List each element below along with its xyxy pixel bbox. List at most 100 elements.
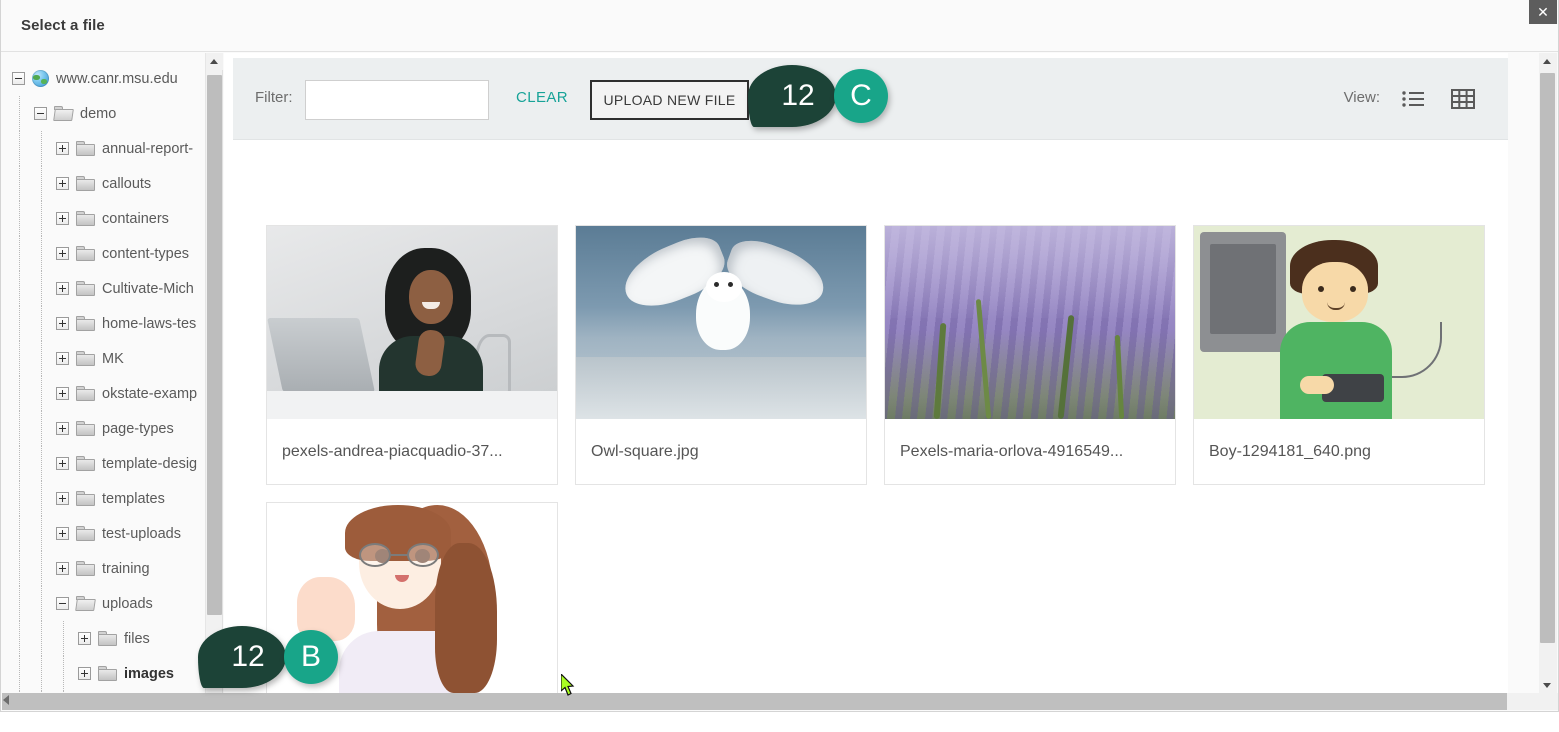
tree-guide-line — [41, 306, 42, 341]
tree-guide-line — [41, 236, 42, 271]
filter-input[interactable] — [305, 80, 489, 120]
tree-item-www-canr-msu-edu[interactable]: www.canr.msu.edu — [2, 61, 205, 96]
tree-guide-line — [19, 516, 20, 551]
tree-guide-line — [41, 621, 42, 656]
folder-icon — [76, 456, 95, 471]
tree-item-mk[interactable]: MK — [2, 341, 205, 376]
content-scroll-up-icon[interactable] — [1539, 53, 1556, 70]
list-view-icon[interactable] — [1396, 82, 1430, 116]
tree-item-label: template-desig — [102, 456, 197, 472]
tree-guide-line — [41, 376, 42, 411]
expand-icon[interactable] — [56, 212, 69, 225]
tree-scrollbar-thumb[interactable] — [207, 75, 222, 615]
upload-new-file-button[interactable]: UPLOAD NEW FILE — [590, 80, 749, 120]
hscroll-left-icon[interactable] — [3, 695, 9, 705]
expand-icon[interactable] — [56, 457, 69, 470]
tree-guide-line — [41, 271, 42, 306]
tree-item-label: MK — [102, 351, 124, 367]
file-thumbnail — [1194, 226, 1484, 419]
grid-view-icon[interactable] — [1446, 82, 1480, 116]
tree-guide-line — [41, 166, 42, 201]
horizontal-scrollbar[interactable] — [2, 693, 1559, 710]
expand-icon[interactable] — [56, 282, 69, 295]
folder-tree-pane[interactable]: www.canr.msu.edu demoannual-report-callou… — [2, 53, 206, 696]
tree-item-label: uploads — [102, 596, 153, 612]
tree-item-demo[interactable]: demo — [2, 96, 205, 131]
file-card[interactable]: Owl-square.jpg — [575, 225, 867, 485]
clear-button[interactable]: CLEAR — [510, 88, 574, 107]
tree-item-page-types[interactable]: page-types — [2, 411, 205, 446]
expand-icon[interactable] — [56, 177, 69, 190]
tree-item-cultivate-mich[interactable]: Cultivate-Mich — [2, 271, 205, 306]
folder-icon — [98, 631, 117, 646]
tree-item-containers[interactable]: containers — [2, 201, 205, 236]
expand-icon[interactable] — [56, 247, 69, 260]
tree-item-label: www.canr.msu.edu — [56, 71, 178, 87]
tree-item-test-uploads[interactable]: test-uploads — [2, 516, 205, 551]
close-icon[interactable]: ✕ — [1529, 0, 1557, 24]
expand-icon[interactable] — [56, 317, 69, 330]
tree-item-label: training — [102, 561, 150, 577]
tree-item-label: files — [124, 631, 150, 647]
tree-guide-line — [19, 306, 20, 341]
expand-icon[interactable] — [56, 527, 69, 540]
tree-guide-line — [41, 656, 42, 691]
tree-guide-line — [41, 201, 42, 236]
dialog-titlebar: Select a file — [1, 0, 1559, 52]
folder-open-icon — [54, 106, 73, 121]
collapse-icon[interactable] — [56, 597, 69, 610]
tree-item-annual-report[interactable]: annual-report- — [2, 131, 205, 166]
folder-icon — [76, 421, 95, 436]
tree-scroll-up-icon[interactable] — [206, 53, 223, 70]
tree-item-templates[interactable]: templates — [2, 481, 205, 516]
file-card[interactable]: pexels-andrea-piacquadio-37... — [266, 225, 558, 485]
tree-guide-line — [41, 481, 42, 516]
tree-item-training[interactable]: training — [2, 551, 205, 586]
tree-item-home-laws-tes[interactable]: home-laws-tes — [2, 306, 205, 341]
expand-icon[interactable] — [56, 562, 69, 575]
tree-item-files[interactable]: files — [2, 621, 205, 656]
tree-item-label: page-types — [102, 421, 174, 437]
content-scrollbar-thumb[interactable] — [1540, 73, 1555, 643]
callout-number-badge: 12 — [198, 626, 286, 688]
tree-guide-line — [19, 201, 20, 236]
collapse-icon[interactable] — [12, 72, 25, 85]
content-scroll-down-icon[interactable] — [1539, 677, 1556, 694]
collapse-icon[interactable] — [34, 107, 47, 120]
file-card[interactable]: Pexels-maria-orlova-4916549... — [884, 225, 1176, 485]
expand-icon[interactable] — [56, 142, 69, 155]
tree-scrollbar[interactable] — [206, 53, 223, 696]
hscroll-track[interactable] — [1507, 693, 1559, 710]
folder-icon — [76, 211, 95, 226]
dialog-title: Select a file — [21, 17, 105, 34]
tree-item-callouts[interactable]: callouts — [2, 166, 205, 201]
file-card[interactable]: Boy-1294181_640.png — [1193, 225, 1485, 485]
expand-icon[interactable] — [56, 352, 69, 365]
tree-guide-line — [19, 96, 20, 131]
tree-item-content-types[interactable]: content-types — [2, 236, 205, 271]
file-thumbnail — [267, 226, 557, 419]
tree-guide-line — [19, 166, 20, 201]
folder-open-icon — [76, 596, 95, 611]
content-scrollbar[interactable] — [1539, 53, 1557, 696]
tree-guide-line — [19, 586, 20, 621]
tree-guide-line — [63, 621, 64, 656]
mouse-cursor — [561, 674, 577, 698]
folder-icon — [76, 351, 95, 366]
folder-icon — [76, 281, 95, 296]
expand-icon[interactable] — [56, 492, 69, 505]
tree-item-label: home-laws-tes — [102, 316, 196, 332]
expand-icon[interactable] — [78, 632, 91, 645]
callout-number-badge: 12 — [748, 65, 836, 127]
tree-item-template-desig[interactable]: template-desig — [2, 446, 205, 481]
file-name-label: Owl-square.jpg — [576, 419, 866, 484]
tree-item-uploads[interactable]: uploads — [2, 586, 205, 621]
tree-guide-line — [19, 621, 20, 656]
globe-icon — [32, 70, 49, 87]
tree-item-okstate-examp[interactable]: okstate-examp — [2, 376, 205, 411]
expand-icon[interactable] — [78, 667, 91, 680]
expand-icon[interactable] — [56, 387, 69, 400]
callout-letter-badge: C — [834, 69, 888, 123]
tree-item-images[interactable]: images — [2, 656, 205, 691]
expand-icon[interactable] — [56, 422, 69, 435]
